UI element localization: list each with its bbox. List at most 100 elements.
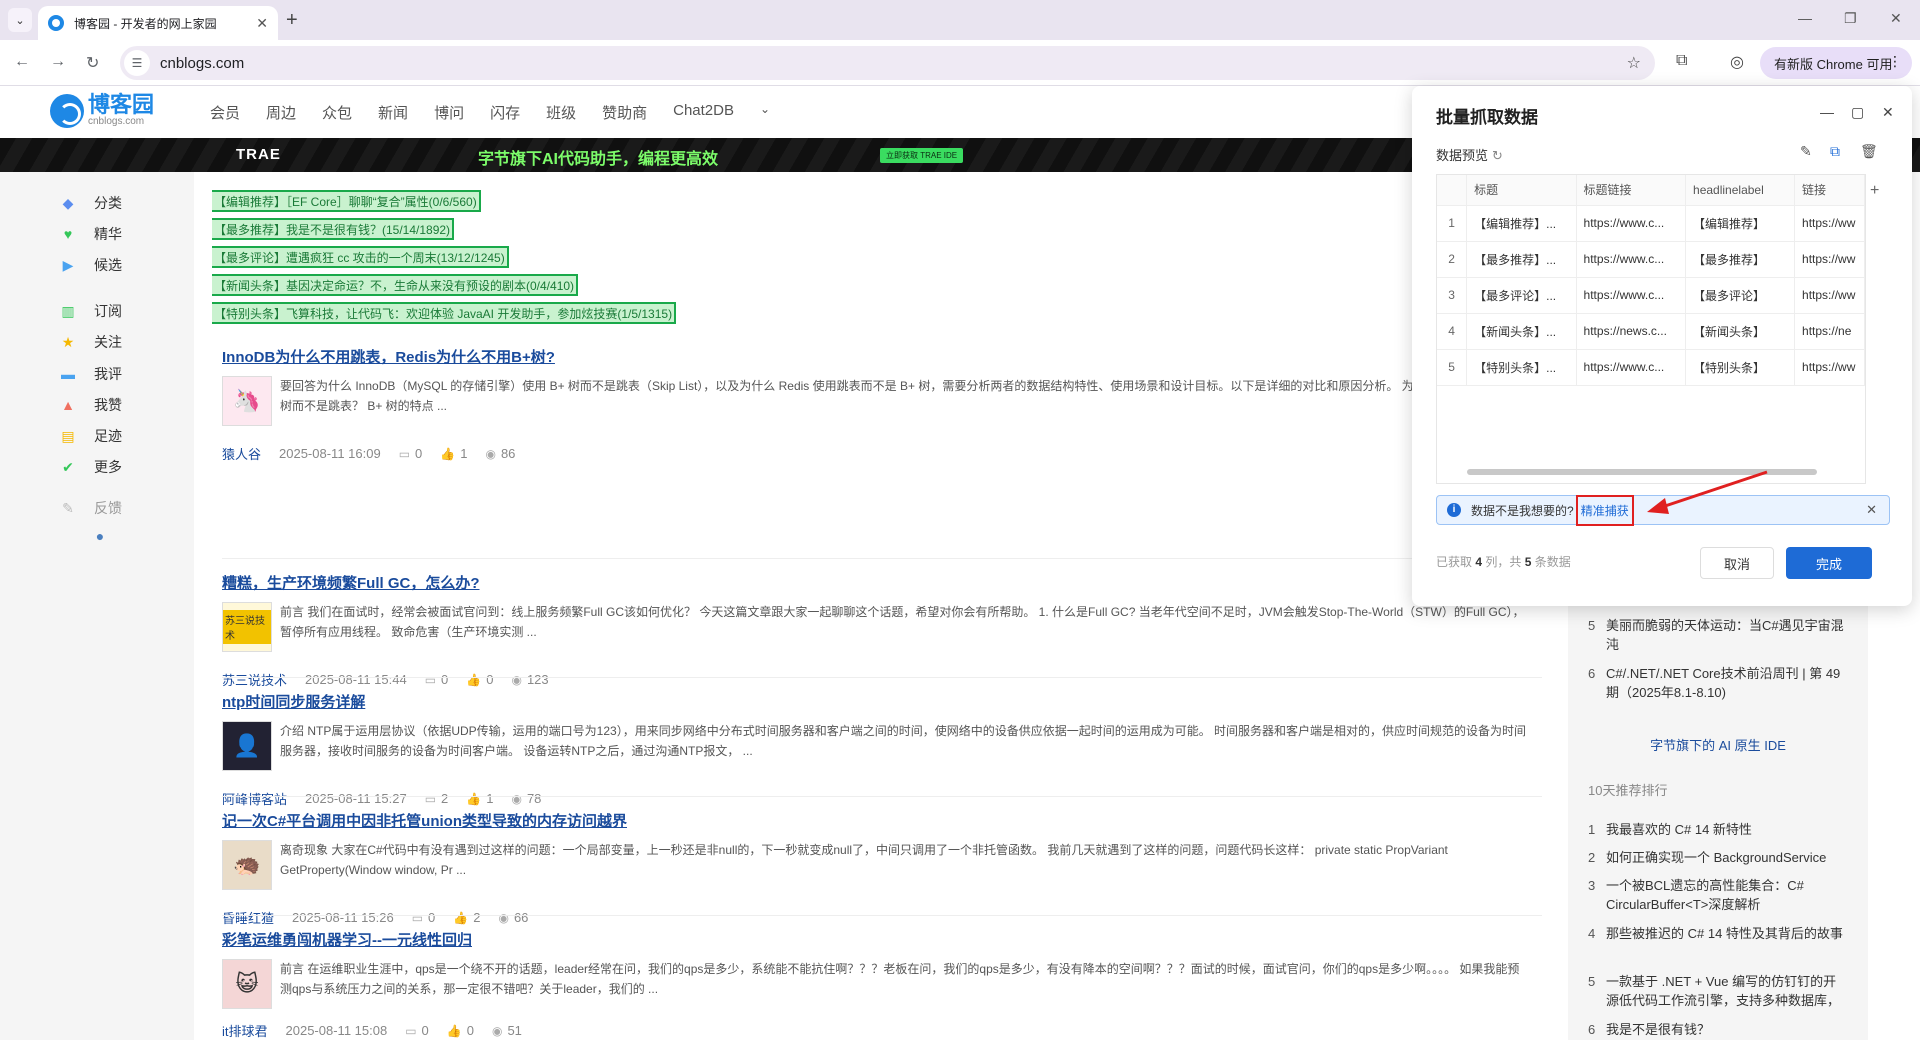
post-author[interactable]: 猿人谷 — [222, 444, 261, 463]
table-cell[interactable]: https://ww — [1794, 205, 1865, 242]
post-title[interactable]: ntp时间同步服务详解 — [222, 691, 1542, 712]
nav-item-merch[interactable]: 周边 — [266, 102, 296, 123]
back-icon[interactable]: ← — [14, 53, 30, 71]
table-cell[interactable]: 【最多推荐】... — [1466, 241, 1577, 278]
done-button[interactable]: 完成 — [1786, 547, 1872, 579]
sidebar-item-category[interactable]: ◆ 分类 — [60, 193, 122, 213]
comment-count[interactable]: 0 — [422, 1023, 429, 1038]
edit-icon[interactable]: ✎ — [1800, 143, 1812, 160]
table-cell[interactable]: https://www.c... — [1576, 349, 1687, 386]
ranking-item[interactable]: 3 一个被BCL遗忘的高性能集合：C# CircularBuffer<T>深度解析 — [1588, 876, 1848, 914]
table-cell[interactable]: 【特别头条】 — [1685, 349, 1796, 386]
nav-item-member[interactable]: 会员 — [210, 102, 240, 123]
author-avatar[interactable]: 🦄 — [222, 376, 272, 426]
post-title[interactable]: 彩笔运维勇闯机器学习--一元线性回归 — [222, 929, 1542, 950]
sidebar-item-follow[interactable]: ★ 关注 — [60, 332, 122, 352]
author-avatar[interactable]: 😺 — [222, 959, 272, 1009]
like-count[interactable]: 1 — [486, 791, 493, 806]
notice-close-icon[interactable]: ✕ — [1866, 502, 1877, 518]
table-row[interactable]: 1 【编辑推荐】... https://www.c... 【编辑推荐】 http… — [1437, 205, 1865, 242]
sidebar-item-featured[interactable]: ♥ 精华 — [60, 224, 122, 244]
dialog-close-icon[interactable]: ✕ — [1882, 104, 1894, 121]
table-cell[interactable]: 【新闻头条】... — [1466, 313, 1577, 350]
table-cell[interactable]: https://www.c... — [1576, 241, 1687, 278]
cnblogs-logo[interactable]: 博客园 cnblogs.com — [50, 94, 154, 128]
select-all-cell[interactable] — [1437, 175, 1468, 206]
address-bar[interactable]: ☰ cnblogs.com ☆ — [120, 46, 1655, 80]
headline-most-recommended[interactable]: 【最多推荐】我是不是很有钱？(15/14/1892) — [212, 218, 455, 240]
dialog-maximize-icon[interactable]: ▢ — [1851, 104, 1864, 121]
headline-most-commented[interactable]: 【最多评论】遭遇疯狂 cc 攻击的一个周末(13/12/1245) — [212, 246, 509, 268]
nav-item-news[interactable]: 新闻 — [378, 102, 408, 123]
sidebar-item-candidate[interactable]: ▶ 候选 — [60, 255, 122, 275]
trash-icon[interactable]: 🗑 — [1860, 143, 1878, 160]
table-cell[interactable]: https://ww — [1794, 241, 1865, 278]
post-author[interactable]: 阿峰博客站 — [222, 789, 287, 808]
table-cell[interactable]: https://ww — [1794, 349, 1865, 386]
ranking-item[interactable]: 4 那些被推迟的 C# 14 特性及其背后的故事 — [1588, 924, 1848, 943]
like-count[interactable]: 1 — [460, 446, 467, 461]
data-preview-table[interactable]: 标题 标题链接 headlinelabel 链接 1 【编辑推荐】... htt… — [1436, 174, 1866, 484]
ide-promo-link[interactable]: 字节旗下的 AI 原生 IDE — [1568, 735, 1868, 754]
table-row[interactable]: 5 【特别头条】... https://www.c... 【特别头条】 http… — [1437, 349, 1865, 386]
new-tab-icon[interactable]: + — [286, 9, 298, 32]
author-avatar[interactable]: 🦔 — [222, 840, 272, 890]
cancel-button[interactable]: 取消 — [1700, 547, 1774, 579]
copy-icon[interactable]: ⧉ — [1830, 143, 1840, 160]
table-cell[interactable]: https://news.c... — [1576, 313, 1687, 350]
like-count[interactable]: 2 — [473, 910, 480, 925]
nav-item-chat2db[interactable]: Chat2DB — [673, 102, 734, 123]
comment-count[interactable]: 0 — [415, 446, 422, 461]
post-title[interactable]: InnoDB为什么不用跳表，Redis为什么不用B+树? — [222, 346, 1542, 367]
reload-icon[interactable]: ↻ — [86, 53, 99, 73]
sidebar-item-feedback[interactable]: ✎ 反馈 — [60, 498, 122, 518]
restore-icon[interactable]: ❐ — [1844, 10, 1857, 27]
nav-item-crowdsource[interactable]: 众包 — [322, 102, 352, 123]
tab-close-icon[interactable]: ✕ — [256, 15, 268, 32]
headline-special[interactable]: 【特别头条】飞算科技，让代码飞：欢迎体验 JavaAI 开发助手，参加炫技赛(1… — [212, 302, 677, 324]
dialog-minimize-icon[interactable]: — — [1820, 104, 1834, 120]
post-title[interactable]: 记一次C#平台调用中因非托管union类型导致的内存访问越界 — [222, 810, 1542, 831]
table-row[interactable]: 3 【最多评论】... https://www.c... 【最多评论】 http… — [1437, 277, 1865, 314]
table-cell[interactable]: 【最多评论】 — [1685, 277, 1796, 314]
table-cell[interactable]: https://ne — [1794, 313, 1865, 350]
sidebar-item-my-comments[interactable]: ▬ 我评 — [60, 364, 122, 384]
post-author[interactable]: 昏睡红猹 — [222, 908, 274, 927]
table-row[interactable]: 2 【最多推荐】... https://www.c... 【最多推荐】 http… — [1437, 241, 1865, 278]
post-author[interactable]: it排球君 — [222, 1021, 268, 1040]
ranking-item[interactable]: 1 我最喜欢的 C# 14 新特性 — [1588, 820, 1848, 839]
column-header[interactable]: 标题链接 — [1576, 175, 1687, 206]
table-cell[interactable]: https://www.c... — [1576, 277, 1687, 314]
bookmark-star-icon[interactable]: ☆ — [1627, 53, 1641, 73]
right-list-item[interactable]: 5 美丽而脆弱的天体运动：当C#遇见宇宙混沌 — [1588, 616, 1848, 654]
forward-icon[interactable]: → — [50, 53, 66, 71]
table-cell[interactable]: 【编辑推荐】 — [1685, 205, 1796, 242]
minimize-icon[interactable]: — — [1798, 10, 1812, 26]
table-cell[interactable]: 【新闻头条】 — [1685, 313, 1796, 350]
table-cell[interactable]: 【最多推荐】 — [1685, 241, 1796, 278]
add-column-icon[interactable]: + — [1870, 182, 1879, 200]
site-info-icon[interactable]: ☰ — [124, 50, 150, 76]
author-avatar[interactable]: 苏三说技术 — [222, 602, 272, 652]
table-cell[interactable]: 【特别头条】... — [1466, 349, 1577, 386]
extensions-icon[interactable]: ⧉ — [1676, 52, 1687, 70]
table-cell[interactable]: https://www.c... — [1576, 205, 1687, 242]
ranking-item[interactable]: 2 如何正确实现一个 BackgroundService — [1588, 848, 1848, 867]
chrome-update-button[interactable]: 有新版 Chrome 可用 ⋮ — [1760, 47, 1912, 79]
refresh-icon[interactable]: ↻ — [1492, 148, 1503, 163]
precise-capture-link[interactable]: 精准捕获 — [1575, 494, 1634, 526]
comment-count[interactable]: 0 — [428, 910, 435, 925]
author-avatar[interactable]: 👤 — [222, 721, 272, 771]
banner-cta-button[interactable]: 立即获取 TRAE IDE — [880, 148, 964, 163]
lightbulb-icon[interactable]: ● — [92, 528, 126, 544]
like-count[interactable]: 0 — [467, 1023, 474, 1038]
headline-news-top[interactable]: 【新闻头条】基因决定命运？不，生命从来没有预设的剧本(0/4/410) — [212, 274, 579, 296]
right-list-item[interactable]: 6 C#/.NET/.NET Core技术前沿周刊 | 第 49 期（2025年8… — [1588, 664, 1848, 702]
post-title[interactable]: 糟糕，生产环境频繁Full GC，怎么办? — [222, 572, 1542, 593]
nav-item-flash[interactable]: 闪存 — [490, 102, 520, 123]
table-row[interactable]: 4 【新闻头条】... https://news.c... 【新闻头条】 htt… — [1437, 313, 1865, 350]
ranking-item[interactable]: 6 我是不是很有钱？ — [1588, 1020, 1848, 1039]
ranking-item[interactable]: 5 一款基于 .NET + Vue 编写的仿钉钉的开源低代码工作流引擎，支持多种数… — [1588, 972, 1848, 1010]
headline-editor-pick[interactable]: 【编辑推荐】［EF Core］聊聊“复合”属性(0/6/560) — [212, 190, 481, 212]
nav-item-class[interactable]: 班级 — [546, 102, 576, 123]
